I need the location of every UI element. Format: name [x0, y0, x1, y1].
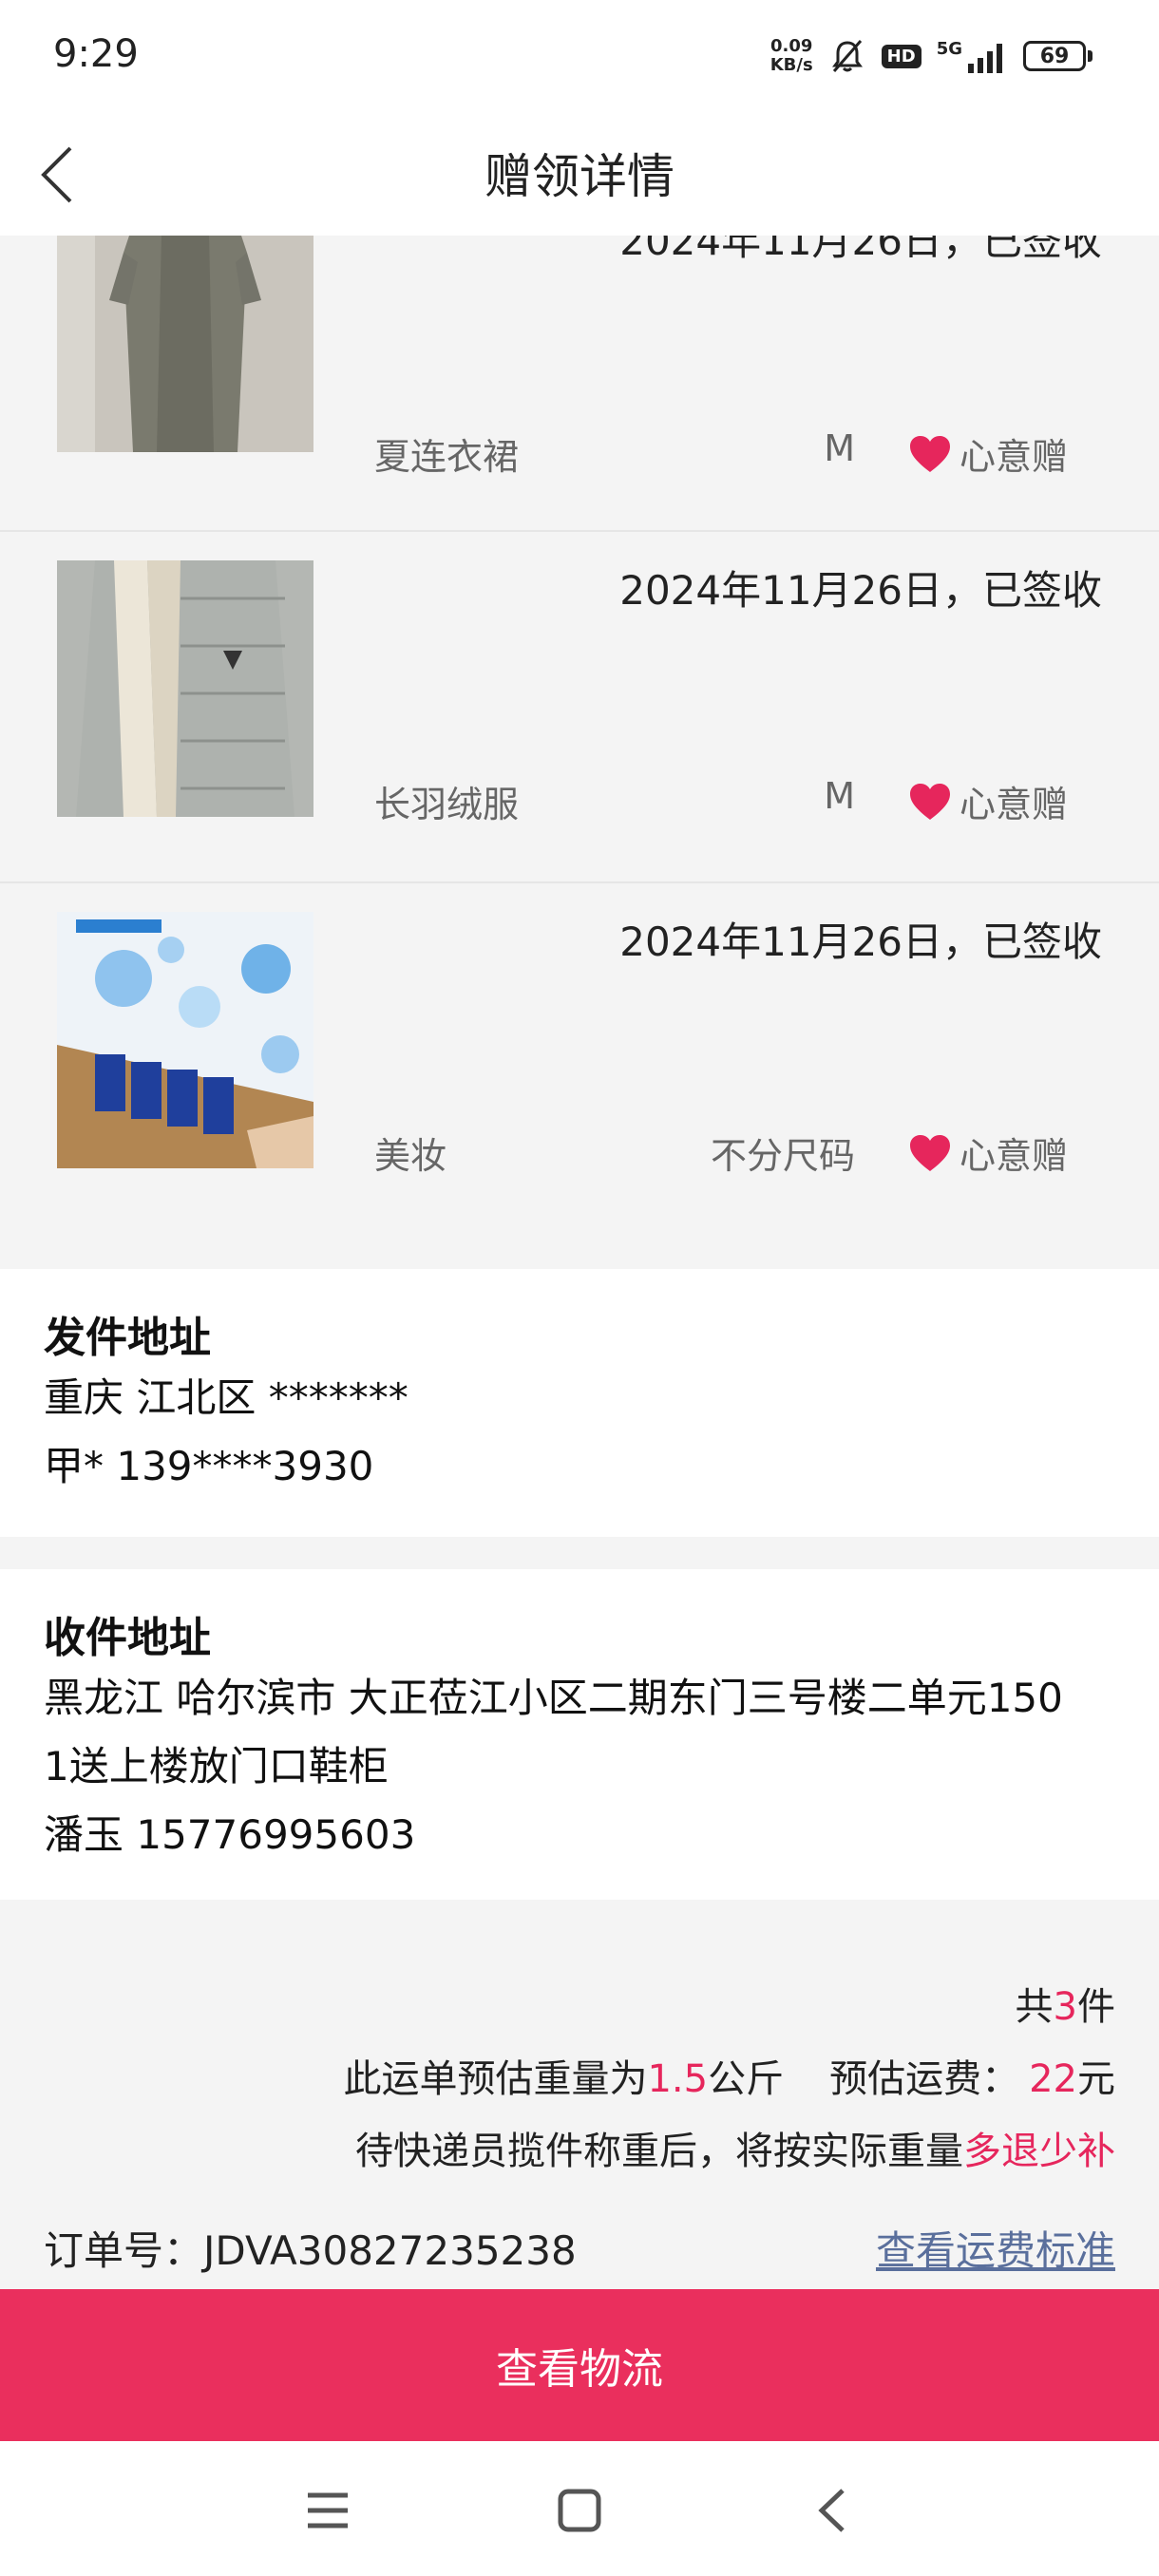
item-name: 夏连衣裙	[374, 436, 520, 478]
item-gift-tag: 心意赠	[908, 775, 1068, 827]
sender-title: 发件地址	[44, 1314, 211, 1362]
count-prefix: 共	[1015, 1985, 1054, 2029]
item-size: M	[824, 775, 855, 817]
sender-address-card: 发件地址 重庆 江北区 ******* 甲* 139****3930	[0, 1269, 1159, 1537]
hd-icon: HD	[881, 44, 922, 68]
net-speed-value: 0.09	[770, 36, 813, 56]
status-time: 9:29	[53, 32, 139, 76]
item-image-dress	[57, 236, 314, 452]
receiver-contact: 潘玉 15776995603	[44, 1811, 416, 1858]
item-image-down-coat	[57, 560, 314, 817]
weight-note: 待快递员揽件称重后，将按实际重量多退少补	[355, 2120, 1115, 2175]
bell-muted-icon	[828, 37, 866, 75]
receiver-address-line1: 黑龙江 哈尔滨市 大正莅江小区二期东门三号楼二单元150	[44, 1675, 1063, 1721]
item-size: M	[824, 427, 855, 469]
net-speed: 0.09 KB/s	[770, 37, 813, 75]
heart-icon	[909, 1134, 950, 1171]
weight-prefix: 此运单预估重量为	[343, 2057, 648, 2101]
heart-icon	[909, 435, 950, 472]
note-prefix: 待快递员揽件称重后，将按实际重量	[355, 2130, 963, 2173]
nav-back-button[interactable]	[798, 2477, 864, 2544]
item-date-status: 2024年11月26日，已签收	[619, 567, 1102, 614]
receiver-address-card: 收件地址 黑龙江 哈尔滨市 大正莅江小区二期东门三号楼二单元150 1送上楼放门…	[0, 1569, 1159, 1900]
system-nav-bar	[0, 2441, 1159, 2576]
item-list: 2024年11月26日，已签收 夏连衣裙 M 心意赠 2024年11月26日，已…	[0, 236, 1159, 1269]
menu-icon	[308, 2492, 348, 2529]
gift-label: 心意赠	[959, 1135, 1068, 1177]
screen: 9:29 0.09 KB/s HD 5G 69 赠领详情 2024年11月26日…	[0, 0, 1159, 2576]
battery-icon: 69	[1023, 41, 1092, 71]
item-image-contact-lens-box	[57, 912, 314, 1168]
nav-menu-button[interactable]	[294, 2477, 361, 2544]
list-item[interactable]: 2024年11月26日，已签收 长羽绒服 M 心意赠	[0, 532, 1159, 883]
sender-contact: 甲* 139****3930	[44, 1443, 374, 1489]
gift-label: 心意赠	[959, 436, 1068, 478]
net-speed-unit: KB/s	[770, 55, 813, 75]
weight-fee-row: 此运单预估重量为1.5公斤 预估运费： 22元	[343, 2048, 1115, 2103]
page-title: 赠领详情	[484, 149, 674, 204]
item-date-status: 2024年11月26日，已签收	[619, 236, 1102, 264]
list-item[interactable]: 2024年11月26日，已签收 夏连衣裙 M 心意赠	[0, 236, 1159, 532]
fee-unit: 元	[1077, 2057, 1115, 2101]
item-name: 美妆	[374, 1135, 447, 1177]
item-gift-tag: 心意赠	[908, 1127, 1068, 1179]
receiver-address-line2: 1送上楼放门口鞋柜	[44, 1743, 389, 1790]
nav-home-button[interactable]	[546, 2477, 613, 2544]
fee-value: 22	[1029, 2057, 1077, 2101]
fee-standard-link[interactable]: 查看运费标准	[876, 2219, 1115, 2277]
receiver-title: 收件地址	[44, 1614, 211, 1662]
item-date-status: 2024年11月26日，已签收	[619, 919, 1102, 965]
status-icons: 0.09 KB/s HD 5G 69	[770, 32, 1092, 80]
weight-unit: 公斤	[708, 2057, 785, 2101]
gift-label: 心意赠	[959, 784, 1068, 825]
sender-address: 重庆 江北区 *******	[44, 1374, 408, 1421]
home-square-icon	[558, 2489, 601, 2532]
status-bar: 9:29 0.09 KB/s HD 5G 69	[0, 0, 1159, 112]
weight-value: 1.5	[647, 2057, 709, 2101]
order-number: 订单号：JDVA30827235238	[44, 2227, 577, 2274]
item-size: 不分尺码	[710, 1135, 855, 1177]
battery-level: 69	[1023, 41, 1086, 71]
item-gift-tag: 心意赠	[908, 427, 1068, 480]
heart-icon	[909, 783, 950, 820]
list-item[interactable]: 2024年11月26日，已签收 美妆 不分尺码 心意赠	[0, 883, 1159, 1269]
fee-prefix: 预估运费：	[829, 2057, 1020, 2101]
note-highlight: 多退少补	[963, 2130, 1115, 2173]
track-logistics-button[interactable]: 查看物流	[0, 2289, 1159, 2441]
back-triangle-icon	[818, 2489, 845, 2532]
item-count: 共3件	[1016, 1976, 1115, 2031]
signal-label: 5G	[936, 39, 962, 59]
signal-icon: 5G	[937, 39, 1008, 73]
count-suffix: 件	[1077, 1985, 1115, 2029]
item-name: 长羽绒服	[374, 784, 520, 825]
page-header: 赠领详情	[0, 112, 1159, 236]
count-value: 3	[1053, 1985, 1077, 2029]
